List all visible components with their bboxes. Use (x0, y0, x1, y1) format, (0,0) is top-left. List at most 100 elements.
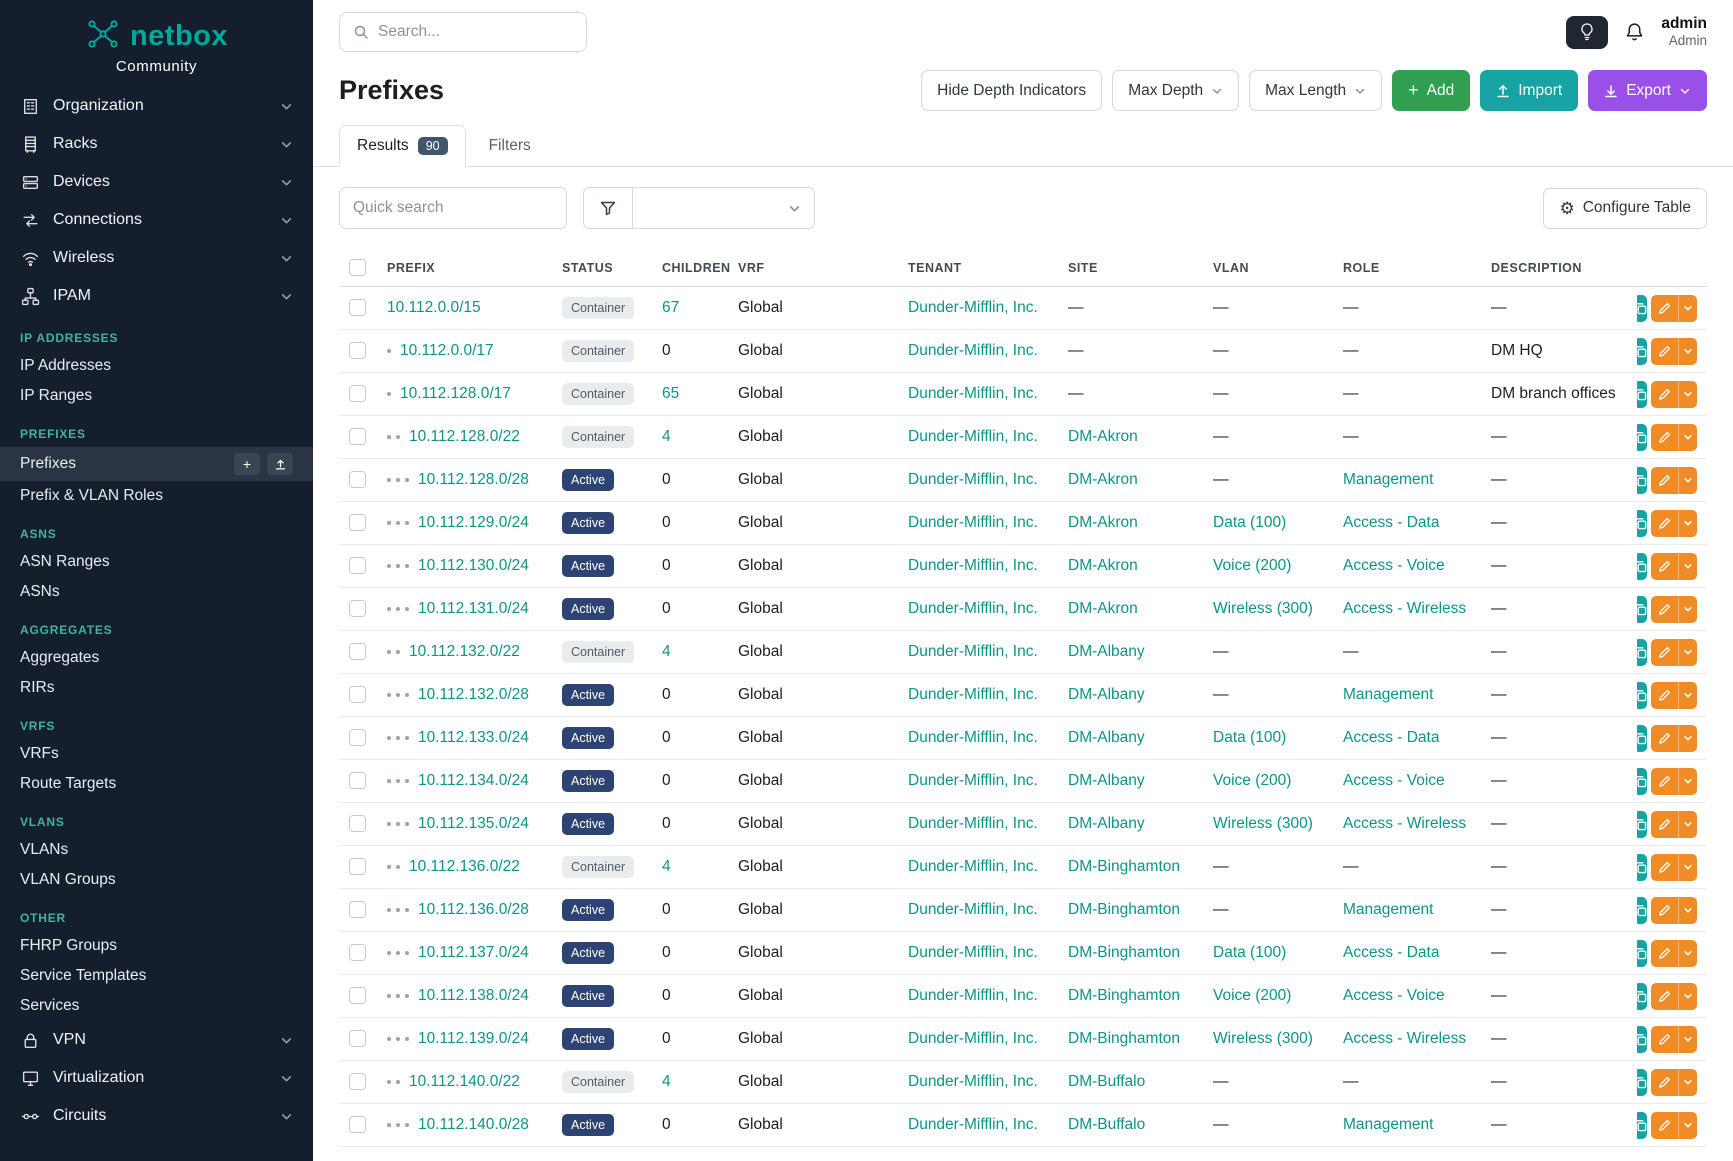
add-button[interactable]: + Add (1392, 70, 1470, 111)
edit-button[interactable] (1651, 854, 1678, 881)
max-length-dropdown[interactable]: Max Length (1249, 70, 1382, 111)
prefix-link[interactable]: 10.112.132.0/28 (418, 686, 529, 703)
quick-add-button[interactable]: + (234, 453, 260, 475)
clone-button[interactable] (1637, 682, 1647, 709)
filter-button[interactable] (583, 187, 633, 229)
clone-button[interactable] (1637, 424, 1647, 451)
tenant-link[interactable]: Dunder-Mifflin, Inc. (908, 643, 1038, 660)
row-checkbox[interactable] (349, 772, 366, 789)
column-header-prefix[interactable]: PREFIX (377, 247, 552, 287)
site-link[interactable]: DM-Albany (1068, 772, 1145, 789)
site-link[interactable]: DM-Buffalo (1068, 1116, 1145, 1133)
column-header-tenant[interactable]: TENANT (898, 247, 1058, 287)
row-checkbox[interactable] (349, 385, 366, 402)
clone-button[interactable] (1637, 553, 1647, 580)
column-header-vlan[interactable]: VLAN (1203, 247, 1333, 287)
site-link[interactable]: DM-Binghamton (1068, 1030, 1180, 1047)
sidebar-item-vlans[interactable]: VLANs (0, 835, 313, 865)
tenant-link[interactable]: Dunder-Mifflin, Inc. (908, 729, 1038, 746)
clone-button[interactable] (1637, 1069, 1647, 1096)
vlan-link[interactable]: Data (100) (1213, 729, 1286, 746)
sidebar-item-vrfs[interactable]: VRFs (0, 739, 313, 769)
prefix-link[interactable]: 10.112.128.0/17 (400, 385, 511, 402)
clone-button[interactable] (1637, 768, 1647, 795)
site-link[interactable]: DM-Albany (1068, 686, 1145, 703)
edit-dropdown-button[interactable] (1678, 381, 1697, 408)
children-link[interactable]: 4 (662, 1073, 671, 1090)
site-link[interactable]: DM-Buffalo (1068, 1073, 1145, 1090)
site-link[interactable]: DM-Akron (1068, 557, 1138, 574)
sidebar-item-circuits[interactable]: Circuits (0, 1097, 313, 1135)
clone-button[interactable] (1637, 295, 1647, 322)
row-checkbox[interactable] (349, 944, 366, 961)
site-link[interactable]: DM-Binghamton (1068, 944, 1180, 961)
prefix-link[interactable]: 10.112.133.0/24 (418, 729, 529, 746)
prefix-link[interactable]: 10.112.128.0/28 (418, 471, 529, 488)
edit-button[interactable] (1651, 467, 1678, 494)
role-link[interactable]: Access - Voice (1343, 987, 1445, 1004)
row-checkbox[interactable] (349, 686, 366, 703)
edit-button[interactable] (1651, 768, 1678, 795)
sidebar-item-wireless[interactable]: Wireless (0, 239, 313, 277)
edit-button[interactable] (1651, 682, 1678, 709)
edit-dropdown-button[interactable] (1678, 553, 1697, 580)
clone-button[interactable] (1637, 940, 1647, 967)
role-link[interactable]: Management (1343, 901, 1433, 918)
site-link[interactable]: DM-Akron (1068, 514, 1138, 531)
import-button[interactable]: Import (1480, 70, 1578, 111)
prefix-link[interactable]: 10.112.140.0/22 (409, 1073, 520, 1090)
tenant-link[interactable]: Dunder-Mifflin, Inc. (908, 1030, 1038, 1047)
global-search[interactable] (339, 12, 587, 52)
row-checkbox[interactable] (349, 858, 366, 875)
clone-button[interactable] (1637, 639, 1647, 666)
clone-button[interactable] (1637, 381, 1647, 408)
clone-button[interactable] (1637, 725, 1647, 752)
row-checkbox[interactable] (349, 514, 366, 531)
edit-button[interactable] (1651, 510, 1678, 537)
row-checkbox[interactable] (349, 1116, 366, 1133)
row-checkbox[interactable] (349, 1030, 366, 1047)
prefix-link[interactable]: 10.112.130.0/24 (418, 557, 529, 574)
user-menu[interactable]: admin Admin (1661, 14, 1707, 50)
edit-button[interactable] (1651, 940, 1678, 967)
sidebar-item-devices[interactable]: Devices (0, 163, 313, 201)
role-link[interactable]: Access - Voice (1343, 557, 1445, 574)
export-dropdown[interactable]: Export (1588, 70, 1707, 111)
prefix-link[interactable]: 10.112.134.0/24 (418, 772, 529, 789)
tenant-link[interactable]: Dunder-Mifflin, Inc. (908, 1116, 1038, 1133)
role-link[interactable]: Access - Voice (1343, 772, 1445, 789)
tenant-link[interactable]: Dunder-Mifflin, Inc. (908, 686, 1038, 703)
edit-button[interactable] (1651, 295, 1678, 322)
edit-button[interactable] (1651, 381, 1678, 408)
sidebar-item-rirs[interactable]: RIRs (0, 673, 313, 703)
tab-results[interactable]: Results 90 (339, 125, 466, 167)
hide-depth-indicators-button[interactable]: Hide Depth Indicators (921, 70, 1102, 111)
edit-button[interactable] (1651, 811, 1678, 838)
edit-button[interactable] (1651, 983, 1678, 1010)
clone-button[interactable] (1637, 1026, 1647, 1053)
edit-dropdown-button[interactable] (1678, 768, 1697, 795)
clone-button[interactable] (1637, 983, 1647, 1010)
site-link[interactable]: DM-Albany (1068, 815, 1145, 832)
edit-dropdown-button[interactable] (1678, 1112, 1697, 1139)
row-checkbox[interactable] (349, 1073, 366, 1090)
edit-button[interactable] (1651, 1026, 1678, 1053)
vlan-link[interactable]: Data (100) (1213, 514, 1286, 531)
edit-dropdown-button[interactable] (1678, 467, 1697, 494)
edit-dropdown-button[interactable] (1678, 854, 1697, 881)
quick-search-input[interactable] (339, 187, 567, 229)
edit-dropdown-button[interactable] (1678, 725, 1697, 752)
edit-dropdown-button[interactable] (1678, 983, 1697, 1010)
edit-dropdown-button[interactable] (1678, 295, 1697, 322)
edit-dropdown-button[interactable] (1678, 596, 1697, 623)
sidebar-item-services[interactable]: Services (0, 991, 313, 1021)
tenant-link[interactable]: Dunder-Mifflin, Inc. (908, 342, 1038, 359)
sidebar-item-connections[interactable]: Connections (0, 201, 313, 239)
role-link[interactable]: Access - Wireless (1343, 815, 1466, 832)
children-link[interactable]: 67 (662, 299, 679, 316)
sidebar-item-asn-ranges[interactable]: ASN Ranges (0, 547, 313, 577)
row-checkbox[interactable] (349, 299, 366, 316)
edit-dropdown-button[interactable] (1678, 940, 1697, 967)
sidebar-item-ip-addresses[interactable]: IP Addresses (0, 351, 313, 381)
sidebar-item-vpn[interactable]: VPN (0, 1021, 313, 1059)
